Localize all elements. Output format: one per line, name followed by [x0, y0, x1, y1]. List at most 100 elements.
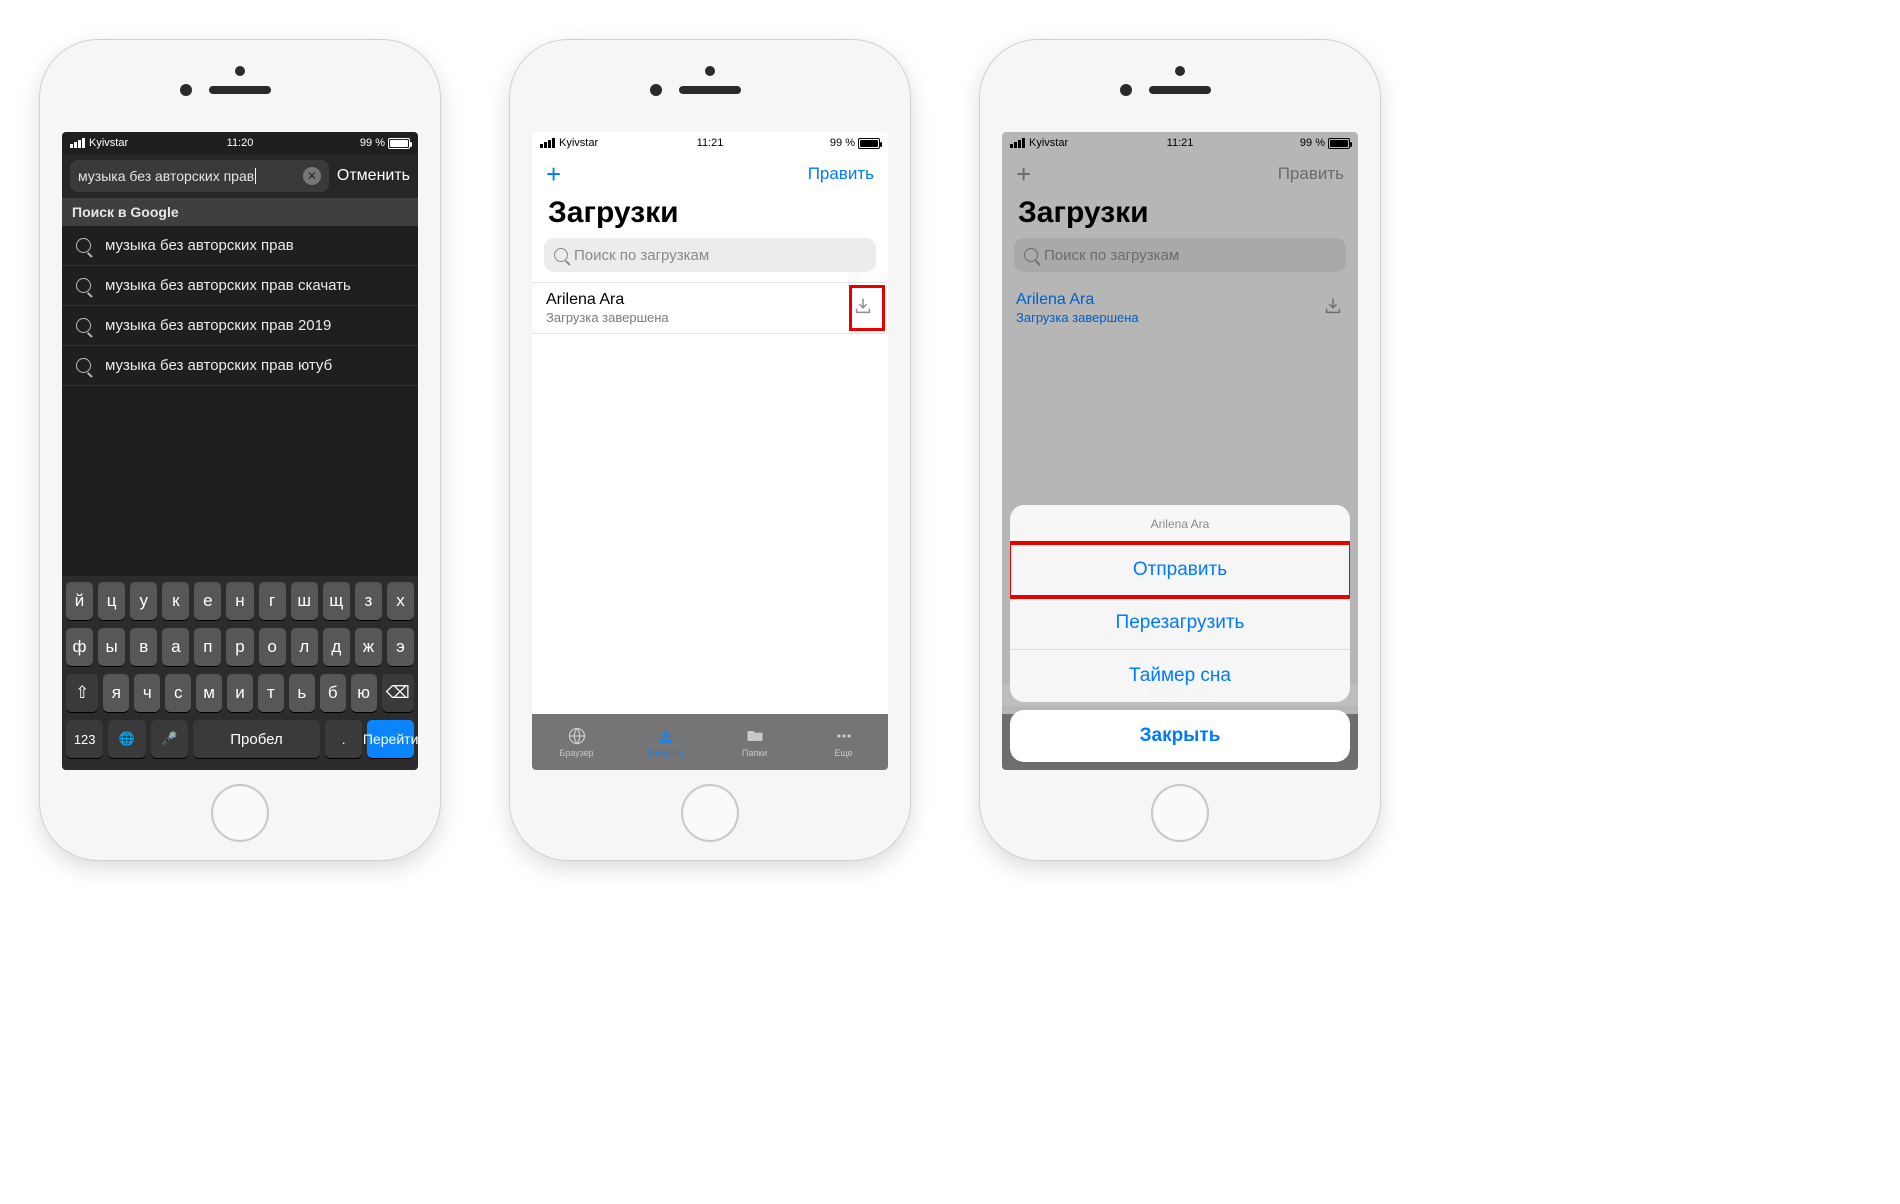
tab-label: Загрузки [647, 748, 683, 758]
key[interactable]: н [226, 582, 253, 620]
key[interactable]: р [226, 628, 253, 666]
suggestion-text: музыка без авторских прав ютуб [105, 357, 332, 374]
key[interactable]: ю [351, 674, 377, 712]
go-key[interactable]: Перейти [367, 720, 414, 758]
tab-downloads[interactable]: Загрузки [621, 714, 710, 770]
key[interactable]: ы [98, 628, 125, 666]
suggestion-row[interactable]: музыка без авторских прав [62, 226, 418, 266]
sheet-option-send[interactable]: Отправить [1010, 544, 1350, 597]
screen-3: Kyivstar 11:21 99 % + Править Загрузки П… [1002, 132, 1358, 770]
tab-browser[interactable]: Браузер [532, 714, 621, 770]
mic-key[interactable]: 🎤 [151, 720, 188, 758]
key[interactable]: г [259, 582, 286, 620]
sheet-option-reload[interactable]: Перезагрузить [1010, 597, 1350, 650]
search-section-header: Поиск в Google [62, 198, 418, 226]
tab-label: Браузер [559, 748, 593, 758]
add-button[interactable]: + [546, 161, 561, 187]
key[interactable]: з [355, 582, 382, 620]
numbers-key[interactable]: 123 [66, 720, 103, 758]
page-title: Загрузки [532, 194, 888, 238]
battery-pct: 99 % [360, 137, 385, 149]
phone-frame-3: Kyivstar 11:21 99 % + Править Загрузки П… [980, 40, 1380, 860]
key[interactable]: ь [289, 674, 315, 712]
sheet-header: Arilena Ara [1010, 505, 1350, 544]
battery-pct: 99 % [830, 137, 855, 149]
key[interactable]: л [291, 628, 318, 666]
search-value: музыка без авторских прав [78, 168, 254, 184]
search-bar-row: музыка без авторских прав ✕ Отменить [62, 154, 418, 198]
key[interactable]: е [194, 582, 221, 620]
search-input[interactable]: музыка без авторских прав ✕ [70, 160, 329, 192]
clock: 11:21 [697, 137, 724, 149]
highlight-box [849, 285, 885, 331]
key[interactable]: о [259, 628, 286, 666]
sheet-option-timer[interactable]: Таймер сна [1010, 650, 1350, 702]
edit-button[interactable]: Править [808, 164, 874, 184]
key[interactable]: я [103, 674, 129, 712]
shift-key[interactable]: ⇧ [66, 674, 98, 712]
tab-label: Папки [742, 748, 767, 758]
backspace-key[interactable]: ⌫ [382, 674, 414, 712]
battery-icon [858, 138, 880, 149]
key[interactable]: и [227, 674, 253, 712]
key[interactable]: к [162, 582, 189, 620]
key[interactable]: у [130, 582, 157, 620]
action-sheet: Arilena Ara Отправить Перезагрузить Тайм… [1010, 505, 1350, 762]
screen-2: Kyivstar 11:21 99 % + Править Загрузки П… [532, 132, 888, 770]
key[interactable]: й [66, 582, 93, 620]
suggestion-text: музыка без авторских прав скачать [105, 277, 351, 294]
key[interactable]: д [323, 628, 350, 666]
tab-more[interactable]: Еще [799, 714, 888, 770]
suggestion-row[interactable]: музыка без авторских прав 2019 [62, 306, 418, 346]
key[interactable]: ф [66, 628, 93, 666]
home-button[interactable] [211, 784, 269, 842]
cancel-button[interactable]: Отменить [337, 167, 410, 185]
phone-frame-1: Kyivstar 11:20 99 % музыка без авторских… [40, 40, 440, 860]
tab-folders[interactable]: Папки [710, 714, 799, 770]
suggestion-row[interactable]: музыка без авторских прав скачать [62, 266, 418, 306]
home-button[interactable] [1151, 784, 1209, 842]
clear-icon[interactable]: ✕ [303, 167, 321, 185]
home-button[interactable] [681, 784, 739, 842]
key[interactable]: ч [134, 674, 160, 712]
download-title: Arilena Ara [546, 291, 852, 309]
downloads-search[interactable]: Поиск по загрузкам [544, 238, 876, 272]
tab-label: Еще [834, 748, 852, 758]
phone-frame-2: Kyivstar 11:21 99 % + Править Загрузки П… [510, 40, 910, 860]
status-bar: Kyivstar 11:20 99 % [62, 132, 418, 154]
screen-1: Kyivstar 11:20 99 % музыка без авторских… [62, 132, 418, 770]
keyboard: й ц у к е н г ш щ з х ф ы в а п р о л [62, 576, 418, 770]
search-placeholder: Поиск по загрузкам [574, 247, 709, 264]
period-key[interactable]: . [325, 720, 362, 758]
suggestion-text: музыка без авторских прав [105, 237, 294, 254]
search-icon [76, 318, 91, 333]
key[interactable]: м [196, 674, 222, 712]
key[interactable]: п [194, 628, 221, 666]
key[interactable]: ж [355, 628, 382, 666]
search-icon [76, 278, 91, 293]
key[interactable]: х [387, 582, 414, 620]
space-key[interactable]: Пробел [193, 720, 320, 758]
carrier-label: Kyivstar [559, 137, 598, 149]
download-item[interactable]: Arilena Ara Загрузка завершена [532, 282, 888, 334]
globe-key[interactable]: 🌐 [108, 720, 145, 758]
key[interactable]: щ [323, 582, 350, 620]
key[interactable]: б [320, 674, 346, 712]
key[interactable]: а [162, 628, 189, 666]
key[interactable]: т [258, 674, 284, 712]
key[interactable]: ш [291, 582, 318, 620]
clock: 11:20 [227, 137, 254, 149]
sheet-close-button[interactable]: Закрыть [1010, 710, 1350, 762]
search-icon [76, 238, 91, 253]
search-icon [554, 248, 568, 262]
key[interactable]: ц [98, 582, 125, 620]
suggestion-row[interactable]: музыка без авторских прав ютуб [62, 346, 418, 386]
signal-icon [540, 138, 555, 148]
signal-icon [70, 138, 85, 148]
status-bar: Kyivstar 11:21 99 % [532, 132, 888, 154]
key[interactable]: э [387, 628, 414, 666]
key[interactable]: в [130, 628, 157, 666]
key[interactable]: с [165, 674, 191, 712]
carrier-label: Kyivstar [89, 137, 128, 149]
download-subtitle: Загрузка завершена [546, 310, 852, 325]
